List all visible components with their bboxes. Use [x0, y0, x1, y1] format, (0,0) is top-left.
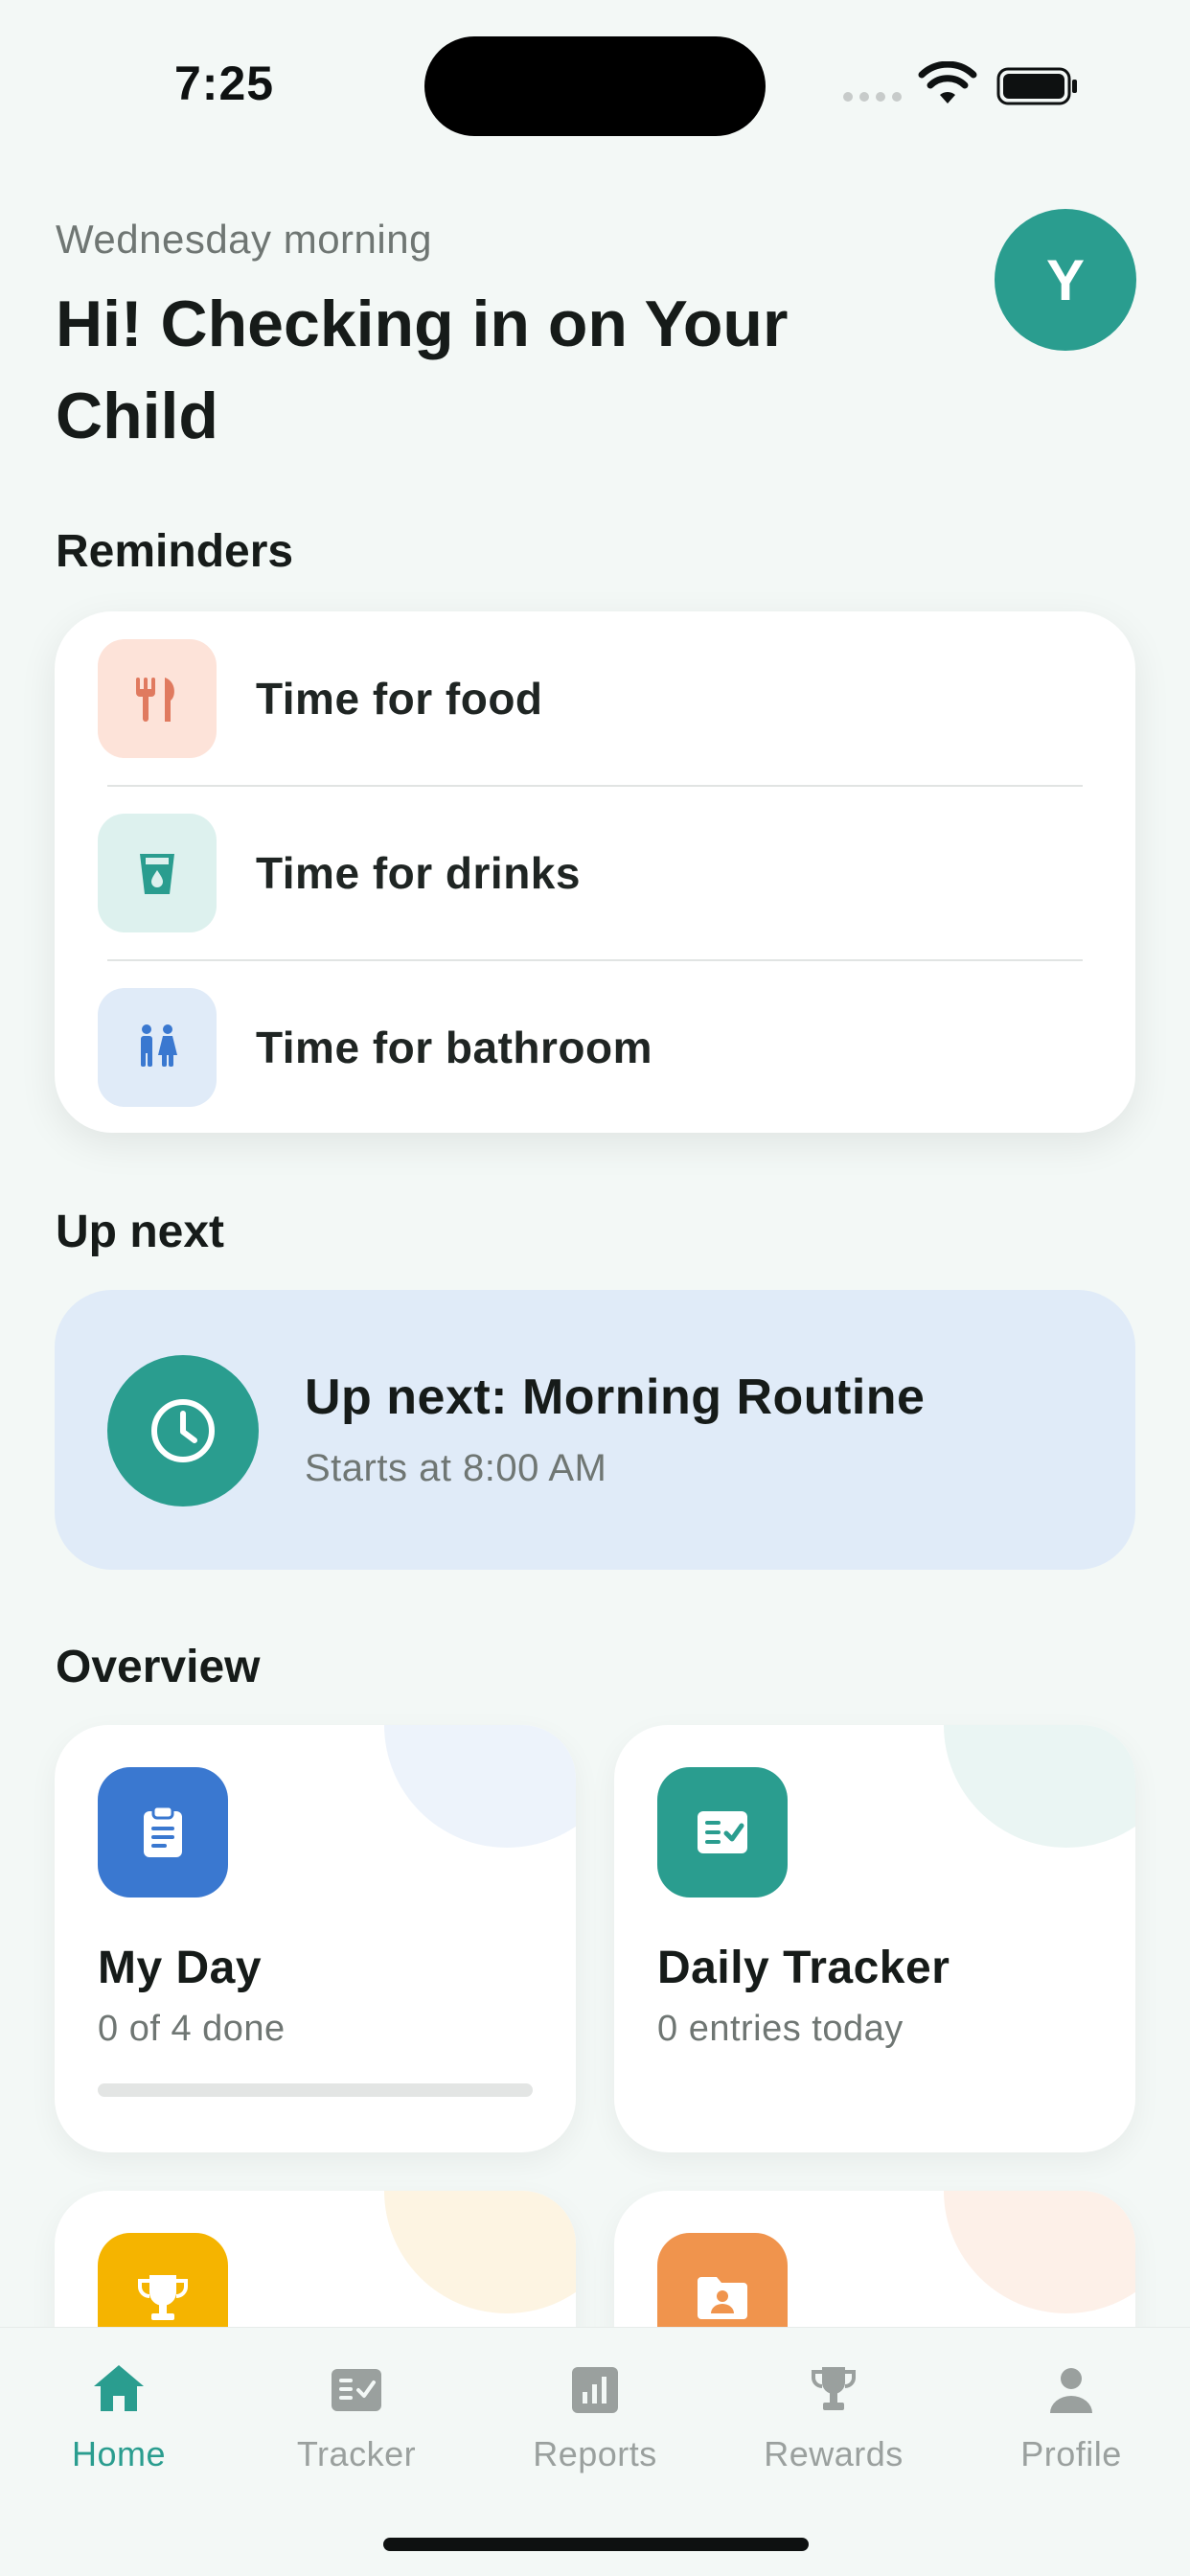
- dynamic-island: [424, 36, 766, 136]
- reminder-label-food: Time for food: [256, 674, 543, 724]
- my-day-progress-bar: [98, 2083, 533, 2097]
- up-next-title: Up next: Morning Routine: [305, 1369, 926, 1425]
- up-next-subtitle: Starts at 8:00 AM: [305, 1447, 607, 1489]
- home-indicator: [383, 2538, 809, 2551]
- tab-tracker[interactable]: Tracker: [261, 2338, 452, 2482]
- reminder-label-drinks: Time for drinks: [256, 848, 581, 898]
- tab-reports[interactable]: Reports: [499, 2338, 691, 2482]
- reminder-item-bathroom[interactable]: Time for bathroom: [55, 960, 1135, 1135]
- reminders-section-title: Reminders: [56, 526, 294, 577]
- tab-label: Tracker: [296, 2434, 417, 2473]
- decorative-circle: [944, 1725, 1135, 1848]
- tab-home[interactable]: Home: [23, 2338, 215, 2482]
- decorative-circle: [384, 2191, 576, 2313]
- clipboard-icon: [98, 1767, 228, 1898]
- my-day-title: My Day: [98, 1943, 263, 1993]
- reminder-label-bathroom: Time for bathroom: [256, 1023, 653, 1072]
- daily-tracker-title: Daily Tracker: [657, 1943, 950, 1993]
- overview-section-title: Overview: [56, 1642, 261, 1692]
- home-icon: [90, 2338, 148, 2415]
- my-day-subtitle: 0 of 4 done: [98, 2009, 286, 2049]
- reminders-card: Time for food Time for drinks Time for b…: [55, 611, 1135, 1133]
- battery-icon: [996, 67, 1077, 105]
- restroom-icon: [98, 988, 217, 1107]
- cellular-signal-icon: [843, 92, 902, 102]
- tab-label: Reports: [533, 2434, 657, 2473]
- avatar[interactable]: Y: [995, 209, 1136, 351]
- clock-icon: [107, 1355, 259, 1506]
- overview-card-daily-tracker[interactable]: Daily Tracker 0 entries today: [614, 1725, 1135, 2152]
- bar-chart-icon: [570, 2338, 620, 2415]
- overview-card-my-day[interactable]: My Day 0 of 4 done: [55, 1725, 576, 2152]
- status-time: 7:25: [174, 57, 275, 110]
- wifi-icon: [918, 61, 977, 104]
- fork-knife-icon: [98, 639, 217, 758]
- person-icon: [1046, 2338, 1096, 2415]
- greeting-title: Hi! Checking in on Your Child: [56, 288, 789, 452]
- trophy-icon: [807, 2338, 860, 2415]
- tab-label: Rewards: [764, 2434, 904, 2473]
- reminder-item-drinks[interactable]: Time for drinks: [55, 786, 1135, 960]
- reminder-item-food[interactable]: Time for food: [55, 611, 1135, 786]
- daily-tracker-subtitle: 0 entries today: [657, 2009, 904, 2049]
- up-next-section-title: Up next: [56, 1207, 225, 1257]
- tab-label: Profile: [1020, 2434, 1122, 2473]
- greeting-subtitle: Wednesday morning: [56, 217, 432, 262]
- checklist-icon: [657, 1767, 788, 1898]
- tab-label: Home: [71, 2434, 167, 2473]
- cup-icon: [98, 814, 217, 932]
- tracker-icon: [330, 2338, 383, 2415]
- decorative-circle: [944, 2191, 1135, 2313]
- decorative-circle: [384, 1725, 576, 1848]
- tab-profile[interactable]: Profile: [975, 2338, 1167, 2482]
- tab-rewards[interactable]: Rewards: [738, 2338, 929, 2482]
